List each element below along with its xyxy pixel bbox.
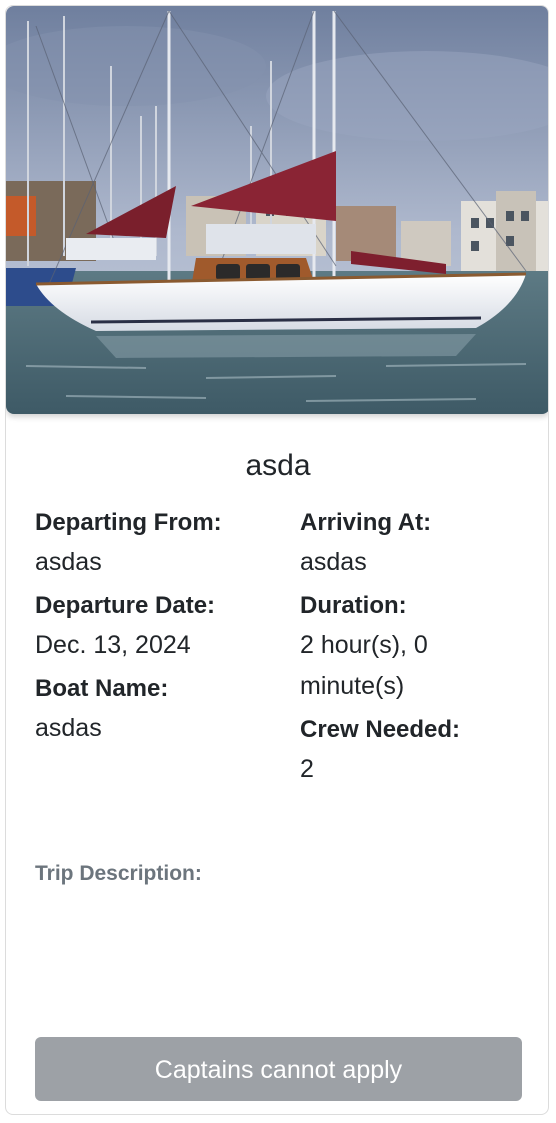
- departure-date-value: Dec. 13, 2024: [35, 631, 191, 659]
- duration-value: 2 hour(s), 0 minute(s): [300, 631, 428, 700]
- apply-button[interactable]: Captains cannot apply: [35, 1037, 522, 1101]
- details-left-column: Departing From: asdas Departure Date: De…: [35, 506, 300, 796]
- trip-card: asda Departing From: asdas Departure Dat…: [5, 5, 549, 1115]
- boat-name-label: Boat Name:: [35, 675, 169, 702]
- trip-description-label: Trip Description:: [35, 862, 202, 885]
- boat-photo: [6, 6, 548, 414]
- crew-needed-value: 2: [300, 755, 314, 783]
- departing-from-value: asdas: [35, 548, 102, 576]
- arriving-at-label: Arriving At:: [300, 509, 432, 536]
- trip-details: Departing From: asdas Departure Date: De…: [35, 506, 525, 796]
- duration-label: Duration:: [300, 592, 407, 619]
- trip-title: asda: [245, 449, 311, 482]
- details-right-column: Arriving At: asdas Duration: 2 hour(s), …: [300, 506, 525, 796]
- boat-name-value: asdas: [35, 714, 102, 742]
- arriving-at-value: asdas: [300, 548, 367, 576]
- crew-needed-label: Crew Needed:: [300, 716, 461, 743]
- departing-from-label: Departing From:: [35, 509, 222, 536]
- departure-date-label: Departure Date:: [35, 592, 216, 619]
